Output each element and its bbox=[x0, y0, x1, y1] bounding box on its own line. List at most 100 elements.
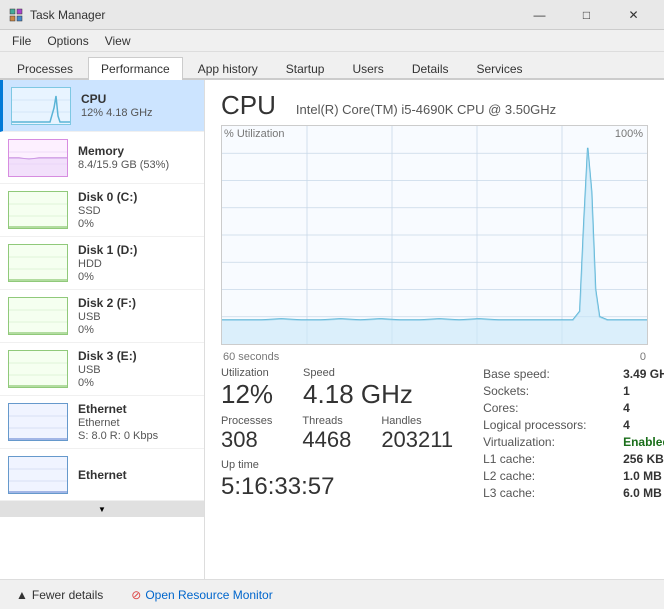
processes-label: Processes bbox=[221, 415, 272, 427]
spec-sockets: Sockets: 1 bbox=[483, 384, 664, 398]
open-resource-monitor-button[interactable]: ⊘ Open Resource Monitor bbox=[125, 586, 278, 604]
tab-performance[interactable]: Performance bbox=[88, 57, 183, 80]
menu-file[interactable]: File bbox=[4, 32, 39, 50]
ethernet2-info: Ethernet bbox=[78, 468, 196, 482]
uptime-label: Up time bbox=[221, 459, 483, 471]
memory-info: Memory 8.4/15.9 GB (53%) bbox=[78, 144, 196, 171]
utilization-value: 12% bbox=[221, 381, 273, 407]
chart-y-label: % Utilization bbox=[224, 128, 285, 140]
spec-l2-label: L2 cache: bbox=[483, 469, 623, 483]
window-controls: — □ ✕ bbox=[517, 0, 656, 30]
processes-stat: Processes 308 bbox=[221, 415, 272, 451]
maximize-button[interactable]: □ bbox=[564, 0, 609, 30]
tab-bar: Processes Performance App history Startu… bbox=[0, 52, 664, 80]
spec-cores-label: Cores: bbox=[483, 401, 623, 415]
tab-users[interactable]: Users bbox=[339, 57, 396, 80]
sidebar-item-memory[interactable]: Memory 8.4/15.9 GB (53%) bbox=[0, 132, 204, 184]
spec-l3: L3 cache: 6.0 MB bbox=[483, 486, 664, 500]
disk2-info: Disk 2 (F:) USB 0% bbox=[78, 296, 196, 336]
fewer-details-button[interactable]: ▲ Fewer details bbox=[10, 586, 109, 604]
chart-time-left: 60 seconds bbox=[223, 351, 279, 363]
tab-details[interactable]: Details bbox=[399, 57, 462, 80]
tab-startup[interactable]: Startup bbox=[273, 57, 338, 80]
cpu-detail: 12% 4.18 GHz bbox=[81, 107, 196, 119]
cpu-info: CPU 12% 4.18 GHz bbox=[81, 92, 196, 119]
spec-cores: Cores: 4 bbox=[483, 401, 664, 415]
spec-logical-processors: Logical processors: 4 bbox=[483, 418, 664, 432]
spec-virt-value: Enabled bbox=[623, 435, 664, 449]
sidebar-item-disk2[interactable]: Disk 2 (F:) USB 0% bbox=[0, 290, 204, 343]
close-button[interactable]: ✕ bbox=[611, 0, 656, 30]
speed-stat: Speed 4.18 GHz bbox=[303, 367, 413, 407]
threads-value: 4468 bbox=[302, 429, 351, 451]
memory-mini-graph bbox=[8, 139, 68, 177]
cpu-chart: % Utilization 100% bbox=[221, 125, 648, 345]
sidebar-item-disk3[interactable]: Disk 3 (E:) USB 0% bbox=[0, 343, 204, 396]
utilization-label: Utilization bbox=[221, 367, 273, 379]
cpu-mini-graph bbox=[11, 87, 71, 125]
sidebar-scroll-down[interactable]: ▼ bbox=[0, 501, 204, 517]
window-title: Task Manager bbox=[30, 8, 517, 22]
spec-l2: L2 cache: 1.0 MB bbox=[483, 469, 664, 483]
main-content: CPU 12% 4.18 GHz Memory 8.4/15.9 GB (53%… bbox=[0, 80, 664, 579]
disk0-mini-graph bbox=[8, 191, 68, 229]
fewer-details-label: Fewer details bbox=[32, 588, 103, 602]
chart-y-max: 100% bbox=[615, 128, 643, 140]
cpu-name: CPU bbox=[81, 92, 196, 106]
footer: ▲ Fewer details ⊘ Open Resource Monitor bbox=[0, 579, 664, 609]
sidebar-item-ethernet1[interactable]: Ethernet Ethernet S: 8.0 R: 0 Kbps bbox=[0, 396, 204, 449]
minimize-button[interactable]: — bbox=[517, 0, 562, 30]
disk3-mini-graph bbox=[8, 350, 68, 388]
spec-logical-value: 4 bbox=[623, 418, 630, 432]
sidebar: CPU 12% 4.18 GHz Memory 8.4/15.9 GB (53%… bbox=[0, 80, 205, 579]
disk1-mini-graph bbox=[8, 244, 68, 282]
menu-options[interactable]: Options bbox=[39, 32, 96, 50]
sidebar-item-disk1[interactable]: Disk 1 (D:) HDD 0% bbox=[0, 237, 204, 290]
threads-stat: Threads 4468 bbox=[302, 415, 351, 451]
speed-label: Speed bbox=[303, 367, 413, 379]
disk2-type: USB bbox=[78, 311, 196, 323]
disk3-info: Disk 3 (E:) USB 0% bbox=[78, 349, 196, 389]
handles-stat: Handles 203211 bbox=[381, 415, 453, 451]
sidebar-item-disk0[interactable]: Disk 0 (C:) SSD 0% bbox=[0, 184, 204, 237]
resource-monitor-icon: ⊘ bbox=[131, 588, 141, 602]
disk0-type: SSD bbox=[78, 205, 196, 217]
tab-app-history[interactable]: App history bbox=[185, 57, 271, 80]
title-bar: Task Manager — □ ✕ bbox=[0, 0, 664, 30]
spec-base-speed-value: 3.49 GHz bbox=[623, 367, 664, 381]
stats-left: Utilization 12% Speed 4.18 GHz Processes… bbox=[221, 367, 483, 503]
ethernet2-mini-graph bbox=[8, 456, 68, 494]
cpu-panel: CPU Intel(R) Core(TM) i5-4690K CPU @ 3.5… bbox=[205, 80, 664, 579]
cpu-model: Intel(R) Core(TM) i5-4690K CPU @ 3.50GHz bbox=[296, 102, 556, 117]
spec-base-speed-label: Base speed: bbox=[483, 367, 623, 381]
disk3-name: Disk 3 (E:) bbox=[78, 349, 196, 363]
disk0-usage: 0% bbox=[78, 218, 196, 230]
chart-time-right: 0 bbox=[640, 351, 646, 363]
spec-base-speed: Base speed: 3.49 GHz bbox=[483, 367, 664, 381]
processes-value: 308 bbox=[221, 429, 272, 451]
chart-time-labels: 60 seconds 0 bbox=[221, 351, 648, 363]
disk2-mini-graph bbox=[8, 297, 68, 335]
handles-label: Handles bbox=[381, 415, 453, 427]
cpu-header: CPU Intel(R) Core(TM) i5-4690K CPU @ 3.5… bbox=[221, 90, 648, 121]
memory-name: Memory bbox=[78, 144, 196, 158]
tab-processes[interactable]: Processes bbox=[4, 57, 86, 80]
memory-detail: 8.4/15.9 GB (53%) bbox=[78, 159, 196, 171]
uptime-value: 5:16:33:57 bbox=[221, 473, 483, 501]
open-resource-monitor-label: Open Resource Monitor bbox=[145, 588, 272, 602]
spec-l3-value: 6.0 MB bbox=[623, 486, 662, 500]
ethernet1-type: Ethernet bbox=[78, 417, 196, 429]
disk0-info: Disk 0 (C:) SSD 0% bbox=[78, 190, 196, 230]
sidebar-item-cpu[interactable]: CPU 12% 4.18 GHz bbox=[0, 80, 204, 132]
process-thread-handle-row: Processes 308 Threads 4468 Handles 20321… bbox=[221, 415, 483, 451]
sidebar-item-ethernet2[interactable]: Ethernet bbox=[0, 449, 204, 501]
speed-value: 4.18 GHz bbox=[303, 381, 413, 407]
ethernet1-name: Ethernet bbox=[78, 402, 196, 416]
specs-panel: Base speed: 3.49 GHz Sockets: 1 Cores: 4… bbox=[483, 367, 664, 503]
menu-view[interactable]: View bbox=[97, 32, 139, 50]
cpu-panel-title: CPU bbox=[221, 90, 276, 121]
spec-l1-label: L1 cache: bbox=[483, 452, 623, 466]
app-icon bbox=[8, 7, 24, 23]
disk1-type: HDD bbox=[78, 258, 196, 270]
tab-services[interactable]: Services bbox=[464, 57, 536, 80]
